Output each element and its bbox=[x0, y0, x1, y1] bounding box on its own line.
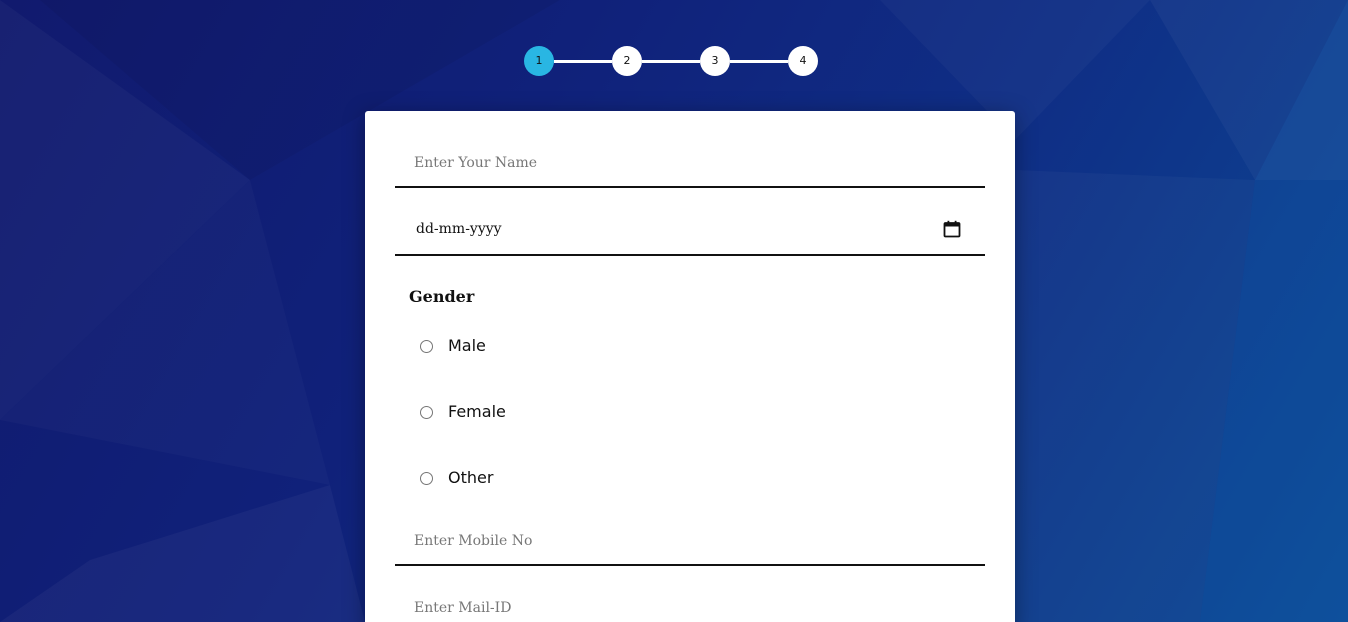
step-1[interactable]: 1 bbox=[524, 46, 554, 76]
step-2[interactable]: 2 bbox=[612, 46, 642, 76]
step-3[interactable]: 3 bbox=[700, 46, 730, 76]
step-connector bbox=[730, 60, 788, 63]
radio-button[interactable] bbox=[420, 406, 433, 419]
name-field-wrapper bbox=[395, 149, 985, 188]
dob-input[interactable]: dd-mm-yyyy bbox=[416, 221, 502, 237]
gender-option-male[interactable]: Male bbox=[420, 335, 620, 359]
gender-option-female[interactable]: Female bbox=[420, 401, 620, 425]
step-connector bbox=[642, 60, 700, 63]
radio-label: Male bbox=[448, 336, 486, 355]
radio-button[interactable] bbox=[420, 340, 433, 353]
mobile-input[interactable] bbox=[395, 527, 954, 555]
registration-form-card: dd-mm-yyyy Gender Male Female Other bbox=[365, 111, 1015, 622]
radio-label: Other bbox=[448, 468, 494, 487]
mail-input[interactable] bbox=[395, 594, 954, 622]
progress-stepper: 1 2 3 4 bbox=[524, 46, 818, 76]
mail-field-wrapper bbox=[395, 594, 985, 622]
calendar-icon[interactable] bbox=[943, 220, 961, 238]
gender-heading: Gender bbox=[409, 287, 475, 306]
radio-label: Female bbox=[448, 402, 506, 421]
mobile-field-wrapper bbox=[395, 527, 985, 566]
step-4[interactable]: 4 bbox=[788, 46, 818, 76]
name-input[interactable] bbox=[395, 149, 954, 177]
gender-option-other[interactable]: Other bbox=[420, 467, 620, 491]
dob-field-wrapper[interactable]: dd-mm-yyyy bbox=[395, 216, 985, 256]
step-connector bbox=[554, 60, 612, 63]
radio-button[interactable] bbox=[420, 472, 433, 485]
